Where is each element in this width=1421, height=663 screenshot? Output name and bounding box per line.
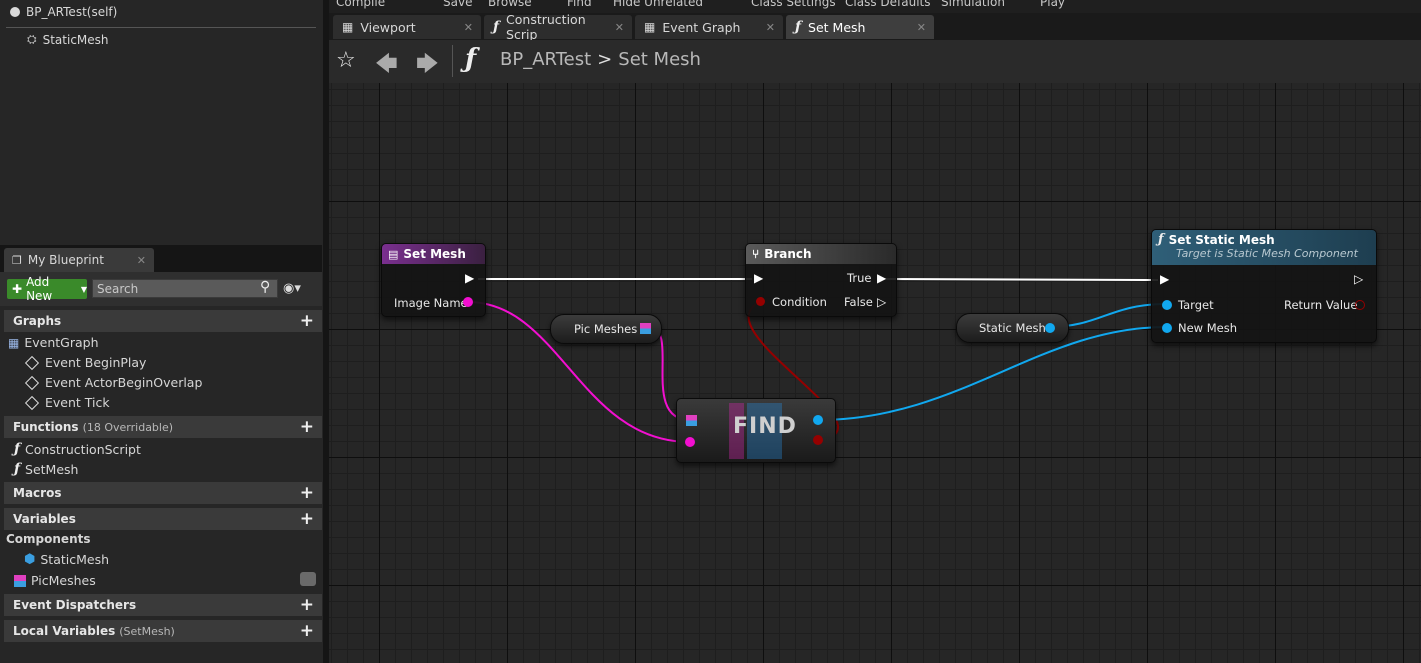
key-in-pin[interactable] <box>685 437 695 447</box>
target-pin-label: Target <box>1178 298 1214 312</box>
exec-out-pin[interactable]: ▶ <box>465 271 474 285</box>
static-mesh-pin[interactable] <box>1045 323 1055 333</box>
entry-node-title-text: Set Mesh <box>403 247 466 261</box>
condition-pin-label: Condition <box>772 295 827 309</box>
exec-in-pin[interactable]: ▶ <box>754 271 763 285</box>
function-icon: ƒ <box>1158 232 1164 247</box>
set-static-mesh-node[interactable]: ƒ Set Static Mesh Target is Static Mesh … <box>1151 229 1377 343</box>
image-name-pin[interactable] <box>463 297 473 307</box>
exec-in-pin[interactable]: ▶ <box>1160 272 1169 286</box>
branch-title-text: Branch <box>764 247 812 261</box>
branch-icon: ⑂ <box>752 247 760 261</box>
found-out-pin[interactable] <box>813 435 823 445</box>
find-title: FIND <box>733 414 797 439</box>
branch-node[interactable]: ⑂ Branch ▶ True ▶ Condition False ▷ <box>745 243 897 317</box>
branch-node-title: ⑂ Branch <box>746 244 896 264</box>
set-static-mesh-title-text: Set Static Mesh <box>1168 232 1275 247</box>
return-value-pin[interactable] <box>1355 300 1365 310</box>
target-pin[interactable] <box>1162 300 1172 310</box>
true-exec-pin[interactable]: ▶ <box>877 271 886 285</box>
condition-pin[interactable] <box>756 297 765 306</box>
false-exec-pin[interactable]: ▷ <box>877 295 886 309</box>
entry-node-title: ▤ Set Mesh <box>382 244 485 264</box>
array-pin[interactable] <box>640 323 651 334</box>
static-mesh-node[interactable]: Static Mesh <box>956 313 1069 343</box>
set-static-mesh-subtitle: Target is Static Mesh Component <box>1176 247 1358 260</box>
entry-node[interactable]: ▤ Set Mesh ▶ Image Name <box>381 243 486 317</box>
new-mesh-pin[interactable] <box>1162 323 1172 333</box>
map-in-pin[interactable] <box>686 415 697 426</box>
exec-out-pin[interactable]: ▷ <box>1354 272 1363 286</box>
false-pin-label: False <box>844 295 873 309</box>
image-name-pin-label: Image Name <box>394 296 468 310</box>
return-value-pin-label: Return Value <box>1284 298 1358 312</box>
find-node[interactable]: FIND <box>676 398 836 463</box>
static-mesh-label: Static Mesh <box>979 321 1046 335</box>
pic-meshes-node[interactable]: Pic Meshes <box>550 314 662 344</box>
set-static-mesh-title: ƒ Set Static Mesh Target is Static Mesh … <box>1152 230 1376 265</box>
true-pin-label: True <box>847 271 872 285</box>
pic-meshes-label: Pic Meshes <box>574 322 638 336</box>
function-entry-icon: ▤ <box>388 247 399 261</box>
exec-wire <box>885 278 1159 281</box>
new-mesh-pin-label: New Mesh <box>1178 321 1238 335</box>
value-out-pin[interactable] <box>813 415 823 425</box>
